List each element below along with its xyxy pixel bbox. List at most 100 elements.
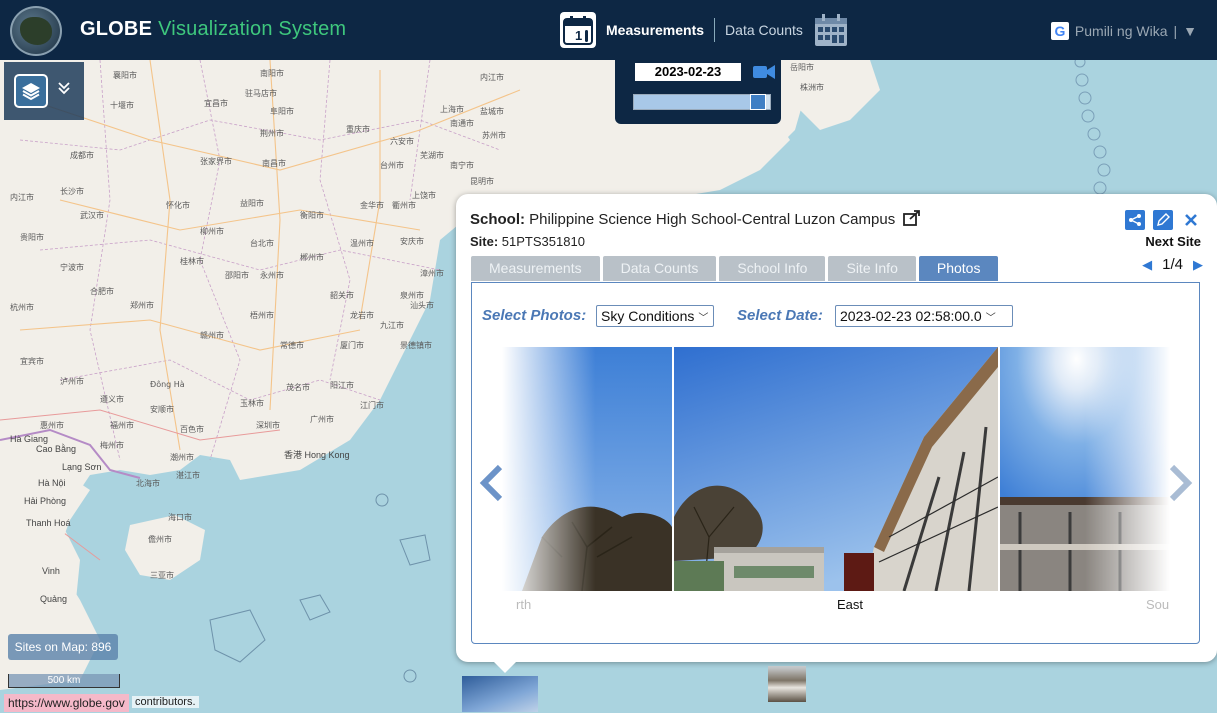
map-label: 上海市: [440, 105, 464, 114]
map-label: 景德镇市: [400, 341, 432, 350]
carousel-next-icon[interactable]: [1168, 463, 1194, 513]
triangle-right-icon[interactable]: ▶: [1193, 257, 1203, 273]
tab-site-info[interactable]: Site Info: [828, 256, 916, 281]
map-attribution[interactable]: contributors.: [132, 696, 199, 708]
globe-logo-icon[interactable]: [10, 6, 62, 56]
calendar-icon[interactable]: 1: [560, 12, 596, 48]
app-title: GLOBE Visualization System: [80, 18, 346, 41]
map-label: 合肥市: [90, 287, 114, 296]
map-label: 益阳市: [240, 199, 264, 208]
triangle-left-icon[interactable]: ◀: [1142, 257, 1152, 273]
map-label: 湛江市: [176, 471, 200, 480]
map-label: 安顺市: [150, 405, 174, 414]
map-label: 遵义市: [100, 395, 124, 404]
calendar-grid-icon[interactable]: [813, 12, 849, 48]
map-label: 三亚市: [150, 571, 174, 580]
map-label: 南宁市: [450, 161, 474, 170]
site-heading: Site: 51PTS351810: [470, 234, 585, 249]
date-display[interactable]: 2023-02-23: [635, 63, 741, 81]
map-label: 阜阳市: [270, 107, 294, 116]
popup-tools: [1125, 210, 1201, 230]
google-icon: G: [1050, 22, 1069, 40]
sites-on-map-badge: Sites on Map: 896: [8, 634, 118, 660]
language-label: Pumili ng Wika: [1074, 23, 1168, 39]
site-pager: ◀ 1/4 ▶: [1142, 256, 1203, 273]
map-label: 潮州市: [170, 453, 194, 462]
share-icon[interactable]: [1125, 210, 1145, 230]
map-label: 韶关市: [330, 291, 354, 300]
map-label: 台州市: [380, 161, 404, 170]
map-label: 内江市: [480, 73, 504, 82]
map-label: 南阳市: [260, 69, 284, 78]
external-link-icon[interactable]: [903, 210, 921, 230]
map-label: 上饶市: [412, 191, 436, 200]
map-label-hanoi: Hà Nội: [38, 478, 66, 488]
photo-east[interactable]: [674, 347, 998, 591]
photo-south[interactable]: [1000, 347, 1170, 591]
map-label: 怀化市: [166, 201, 190, 210]
tab-data-counts[interactable]: Data Counts: [602, 256, 717, 281]
date-slider[interactable]: [633, 94, 771, 110]
map-label: 赣州市: [200, 331, 224, 340]
svg-text:1: 1: [575, 28, 582, 43]
photos-panel: Select Photos: Sky Conditions ﹀ Select Da…: [471, 282, 1200, 644]
tab-school-info[interactable]: School Info: [719, 256, 826, 281]
map-label: 桂林市: [180, 257, 204, 266]
map-label: 龙岩市: [350, 311, 374, 320]
header-bar: GLOBE Visualization System 1 Measurements…: [0, 0, 1217, 60]
select-photos-dropdown[interactable]: Sky Conditions ﹀: [596, 305, 714, 327]
photo-caption-east: East: [837, 597, 864, 612]
map-label: 玉林市: [240, 399, 264, 408]
map-label: 梅州市: [100, 441, 124, 450]
map-label: 杭州市: [10, 303, 34, 312]
map-label: 惠州市: [40, 421, 64, 430]
next-site-label: Next Site: [1145, 234, 1201, 249]
map-label: 襄阳市: [113, 71, 137, 80]
chevron-down-icon[interactable]: [56, 80, 72, 101]
select-photos-label: Select Photos:: [482, 307, 587, 324]
language-separator: |: [1173, 23, 1178, 39]
site-thumbnail[interactable]: [768, 666, 806, 702]
select-date-value: 2023-02-23 02:58:00.0: [840, 308, 982, 324]
edit-pencil-icon[interactable]: [1153, 210, 1173, 230]
app-root: 襄阳市 南阳市 驻马店市 十堰市 宜昌市 阜阳市 上海市 南通市 六安市 芜湖市…: [0, 0, 1217, 713]
pager-count: 1/4: [1162, 256, 1183, 273]
close-icon[interactable]: [1181, 210, 1201, 230]
map-label: 宜宾市: [20, 357, 44, 366]
map-label: 宜昌市: [204, 99, 228, 108]
map-label-cao-bang: Cao Bằng: [36, 444, 77, 454]
map-label: 十堰市: [110, 101, 134, 110]
map-label: 百色市: [180, 425, 204, 434]
map-label-hong-kong: 香港 Hong Kong: [284, 450, 350, 460]
map-label-dong-ha: Quảng: [40, 594, 68, 604]
select-date-dropdown[interactable]: 2023-02-23 02:58:00.0 ﹀: [835, 305, 1013, 327]
map-label: 九江市: [380, 321, 404, 330]
app-title-globe: GLOBE: [80, 18, 153, 40]
layers-icon[interactable]: [14, 74, 48, 108]
map-label-thanh-hoa: Thanh Hoá: [26, 518, 71, 528]
map-label: 宁波市: [60, 263, 84, 272]
map-label: 泸州市: [60, 377, 84, 386]
photo-north[interactable]: [502, 347, 672, 591]
map-label: 内江市: [10, 193, 34, 202]
popup-pointer: [492, 660, 518, 673]
carousel-prev-icon[interactable]: [478, 463, 504, 513]
nav-data-counts[interactable]: Data Counts: [725, 22, 803, 38]
map-label: 北海市: [136, 479, 160, 488]
map-label: 金华市: [360, 201, 384, 210]
video-camera-icon[interactable]: [753, 64, 775, 80]
map-label: 台北市: [250, 239, 274, 248]
date-slider-thumb[interactable]: [750, 94, 766, 110]
map-label: 邵阳市: [225, 271, 249, 280]
tab-photos[interactable]: Photos: [918, 256, 999, 281]
map-label: 昆明市: [470, 177, 494, 186]
school-name: Philippine Science High School-Central L…: [529, 211, 896, 228]
app-title-system: Visualization System: [158, 18, 347, 40]
language-selector[interactable]: G Pumili ng Wika | ▼: [1050, 22, 1197, 40]
tab-measurements[interactable]: Measurements: [471, 256, 600, 281]
map-label: 衡阳市: [300, 211, 324, 220]
site-thumbnail[interactable]: [462, 676, 538, 712]
nav-measurements[interactable]: Measurements: [606, 22, 704, 38]
school-heading: School: Philippine Science High School-C…: [470, 210, 921, 230]
map-label: 儋州市: [148, 535, 172, 544]
